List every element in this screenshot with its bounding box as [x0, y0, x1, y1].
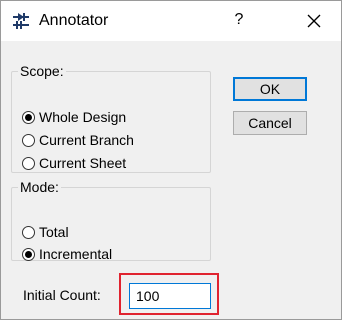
- scope-group: Scope: Whole Design Current Branch Curre…: [11, 63, 211, 173]
- scope-label: Scope:: [20, 63, 64, 79]
- help-button[interactable]: ?: [229, 11, 249, 29]
- radio-label: Incremental: [39, 246, 113, 262]
- radio-label: Whole Design: [39, 109, 127, 125]
- cancel-button[interactable]: Cancel: [233, 111, 307, 135]
- annotator-app-icon: [13, 13, 29, 29]
- radio-label: Current Sheet: [39, 155, 127, 171]
- title-bar[interactable]: Annotator ?: [1, 1, 341, 41]
- radio-button[interactable]: [22, 110, 35, 124]
- initial-count-label: Initial Count:: [23, 287, 101, 303]
- radio-button[interactable]: [22, 247, 35, 261]
- radio-current-sheet[interactable]: Current Sheet: [22, 153, 126, 173]
- window-title: Annotator: [39, 12, 109, 29]
- radio-incremental[interactable]: Incremental: [22, 244, 112, 264]
- radio-total[interactable]: Total: [22, 222, 69, 242]
- mode-label: Mode:: [20, 179, 59, 195]
- radio-current-branch[interactable]: Current Branch: [22, 130, 134, 150]
- radio-button[interactable]: [22, 156, 35, 170]
- ok-button[interactable]: OK: [233, 77, 307, 101]
- radio-label: Total: [39, 224, 69, 240]
- radio-label: Current Branch: [39, 132, 134, 148]
- initial-count-input[interactable]: [129, 283, 211, 309]
- radio-button[interactable]: [22, 133, 35, 147]
- mode-group: Mode: Total Incremental: [11, 179, 211, 264]
- annotator-dialog: Annotator ? Scope: Whole Design Current …: [0, 0, 342, 320]
- close-icon[interactable]: [301, 9, 327, 33]
- radio-whole-design[interactable]: Whole Design: [22, 107, 126, 127]
- radio-button[interactable]: [22, 225, 35, 239]
